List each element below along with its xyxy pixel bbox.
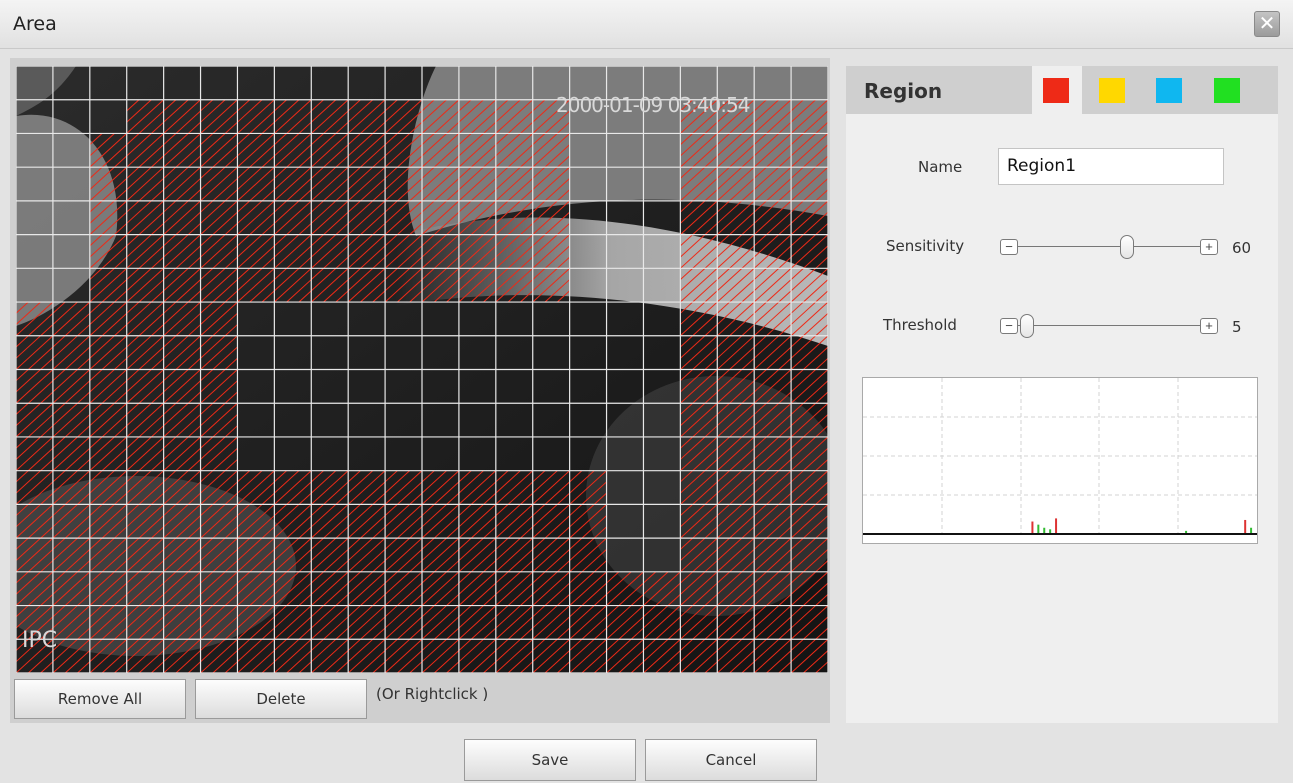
threshold-label: Threshold — [883, 316, 957, 334]
threshold-slider[interactable]: − + — [1000, 314, 1218, 338]
delete-button[interactable]: Delete — [195, 679, 367, 719]
region-name-input[interactable]: Region1 — [998, 148, 1224, 185]
dialog-titlebar: Area ✕ — [0, 0, 1293, 49]
region-color-red[interactable] — [1043, 78, 1069, 103]
remove-all-button[interactable]: Remove All — [14, 679, 186, 719]
region-tabbar: Region — [846, 66, 1278, 114]
sensitivity-label: Sensitivity — [886, 237, 965, 255]
sensitivity-value: 60 — [1232, 239, 1252, 257]
motion-grid-canvas[interactable] — [16, 66, 828, 673]
osd-channel-label: IPC — [22, 628, 58, 653]
sensitivity-track[interactable] — [1018, 246, 1200, 247]
sensitivity-increase-button[interactable]: + — [1200, 239, 1218, 255]
region-tab-label: Region — [864, 79, 943, 103]
cancel-button[interactable]: Cancel — [645, 739, 817, 781]
threshold-decrease-button[interactable]: − — [1000, 318, 1018, 334]
osd-timestamp: 2000-01-09 03:40:54 — [556, 93, 750, 117]
motion-level-graph — [862, 377, 1258, 544]
dialog-title: Area — [13, 13, 57, 35]
sensitivity-slider[interactable]: − + — [1000, 235, 1218, 259]
sensitivity-decrease-button[interactable]: − — [1000, 239, 1018, 255]
rightclick-hint: (Or Rightclick ) — [376, 685, 489, 703]
name-label: Name — [918, 158, 963, 176]
sensitivity-thumb[interactable] — [1120, 235, 1135, 259]
region-color-yellow[interactable] — [1099, 78, 1125, 103]
save-button[interactable]: Save — [464, 739, 636, 781]
close-icon[interactable]: ✕ — [1254, 11, 1280, 37]
threshold-thumb[interactable] — [1020, 314, 1035, 338]
threshold-track[interactable] — [1018, 325, 1200, 326]
threshold-increase-button[interactable]: + — [1200, 318, 1218, 334]
region-color-green[interactable] — [1214, 78, 1240, 103]
video-preview-area[interactable]: 2000-01-09 03:40:54 IPC — [16, 66, 828, 673]
threshold-value: 5 — [1232, 318, 1242, 336]
region-color-blue[interactable] — [1156, 78, 1182, 103]
